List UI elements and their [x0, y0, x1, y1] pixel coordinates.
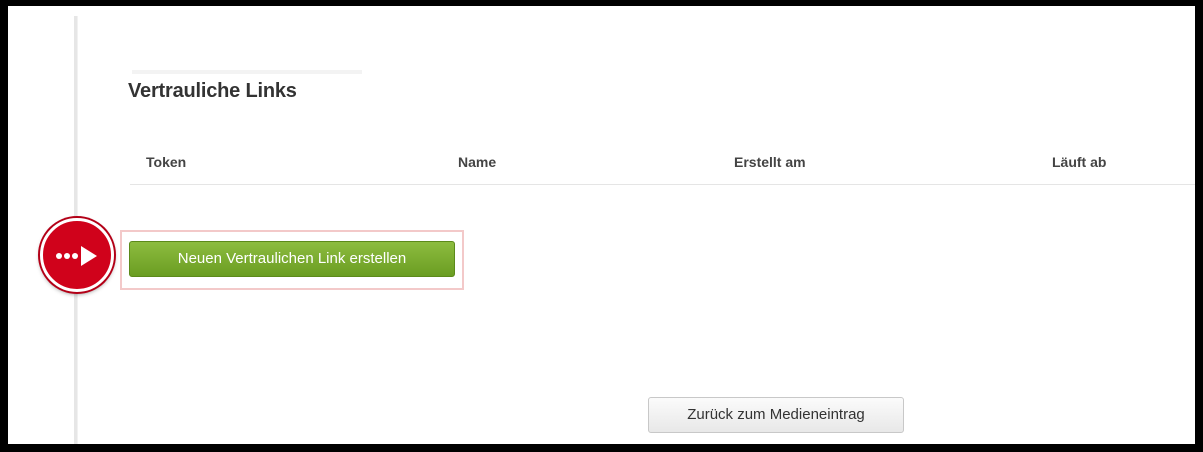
faded-tab-strip — [132, 70, 362, 74]
column-header-created-at: Erstellt am — [734, 154, 806, 170]
create-confidential-link-button[interactable]: Neuen Vertraulichen Link erstellen — [129, 241, 455, 277]
column-header-token: Token — [146, 154, 187, 170]
table-header-divider — [130, 184, 1195, 185]
page-title: Vertrauliche Links — [128, 80, 297, 102]
screenshot-frame: Vertrauliche Links Token Name Erstellt a… — [0, 0, 1203, 452]
dotted-arrow-right-icon — [56, 246, 97, 266]
column-header-name: Name — [458, 154, 497, 170]
back-to-media-entry-button[interactable]: Zurück zum Medieneintrag — [648, 397, 904, 433]
annotation-marker — [40, 218, 114, 292]
column-header-expires: Läuft ab — [1052, 154, 1107, 170]
